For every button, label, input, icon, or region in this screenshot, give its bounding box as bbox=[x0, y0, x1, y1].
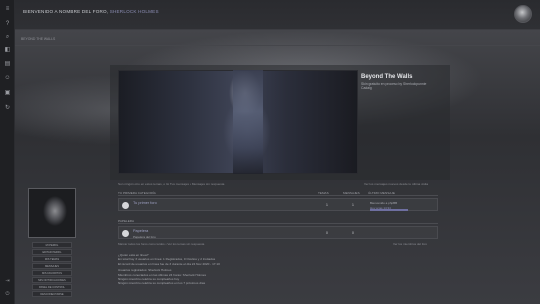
posts-header: Mensajes bbox=[343, 191, 360, 195]
profile-panel: Mi perfil Editar perfil Mis temas Mensaj… bbox=[28, 188, 76, 300]
lock-icon[interactable]: ▣ bbox=[4, 90, 11, 97]
forum-topics: 0 bbox=[326, 231, 328, 235]
members-link[interactable]: Ver los miembros del foro bbox=[393, 242, 427, 246]
forum-status-icon bbox=[122, 230, 129, 237]
divider bbox=[15, 45, 540, 46]
refresh-icon[interactable]: ↻ bbox=[4, 105, 11, 112]
forum-row[interactable]: Papelera Papelera del foro 0 0 bbox=[118, 226, 438, 239]
stats-line: El récord de usuarios en línea fue de 3 … bbox=[118, 261, 220, 266]
forum-status-icon bbox=[122, 202, 129, 209]
forum-name[interactable]: Papelera bbox=[133, 229, 148, 233]
sidebar: ≡ ? ⌕ ◧ ▤ ☺ ▣ ↻ ⇥ ⏻ bbox=[0, 0, 15, 304]
category-header[interactable]: Tu primera categoría bbox=[118, 191, 156, 195]
question-icon[interactable]: ? bbox=[4, 21, 11, 28]
last-post-bar bbox=[370, 209, 408, 211]
topics-header: Temas bbox=[318, 191, 329, 195]
header-figure bbox=[233, 70, 263, 174]
forum-posts: 0 bbox=[352, 231, 354, 235]
info-links[interactable]: Son ningún otro en estos temas, o Gi Tus… bbox=[118, 182, 224, 186]
profile-link-1[interactable]: Editar perfil bbox=[32, 249, 72, 255]
last-post-title[interactable]: Bienvenido a phpBB bbox=[370, 201, 397, 205]
profile-link-6[interactable]: Panel de control bbox=[32, 284, 72, 290]
profile-link-5[interactable]: Mis notificaciones bbox=[32, 277, 72, 283]
mark-read-link[interactable]: Marcar todos los foros como leídos • Ver… bbox=[118, 242, 204, 246]
profile-link-0[interactable]: Mi perfil bbox=[32, 242, 72, 248]
welcome-user-link[interactable]: Sherlock Holmes bbox=[110, 9, 159, 14]
section-name[interactable]: Papelera bbox=[118, 219, 134, 223]
forum-row[interactable]: Tu primer foro 1 1 Bienvenido a phpBB Ho… bbox=[118, 198, 438, 211]
bookmark-icon[interactable]: ◧ bbox=[4, 47, 11, 54]
profile-link-4[interactable]: Mis favoritos bbox=[32, 270, 72, 276]
welcome-text: Bienvenido a nombre del foro, Sherlock H… bbox=[23, 9, 159, 14]
power-icon[interactable]: ⏻ bbox=[4, 291, 11, 298]
list-icon[interactable]: ▤ bbox=[4, 61, 11, 68]
menu-icon[interactable]: ≡ bbox=[4, 6, 11, 13]
profile-link-2[interactable]: Mis temas bbox=[32, 256, 72, 262]
forum-name[interactable]: Tu primer foro bbox=[133, 201, 157, 205]
avatar[interactable] bbox=[514, 5, 532, 23]
search-icon[interactable]: ⌕ bbox=[4, 34, 11, 41]
stats-line: Ningún miembro celebra su cumpleaños en … bbox=[118, 281, 206, 286]
forum-topics: 1 bbox=[326, 203, 328, 207]
top-bar: Bienvenido a nombre del foro, Sherlock H… bbox=[15, 0, 540, 30]
profile-photo bbox=[28, 188, 76, 238]
profile-link-7[interactable]: Desconectarse bbox=[32, 291, 72, 297]
profile-link-3[interactable]: Mensajes bbox=[32, 263, 72, 269]
forum-title: Beyond The Walls bbox=[361, 74, 413, 80]
section-header: Papelera bbox=[118, 218, 438, 224]
last-post-header: Último mensaje bbox=[368, 191, 395, 195]
table-header: Tu primera categoría Temas Mensajes Últi… bbox=[118, 190, 438, 196]
welcome-prefix: Bienvenido a nombre del foro, bbox=[23, 9, 109, 14]
forum-posts: 1 bbox=[352, 203, 354, 207]
users-icon[interactable]: ☺ bbox=[4, 75, 11, 82]
forum-desc: Papelera del foro bbox=[133, 234, 156, 239]
login-icon[interactable]: ⇥ bbox=[4, 278, 11, 285]
breadcrumb[interactable]: Beyond The Walls bbox=[21, 37, 55, 41]
new-posts-link[interactable]: Ver los mensajes nuevos desde tu última … bbox=[364, 182, 428, 186]
forum-subtitle: Skin gratuito en proceso by Sherlockpunn… bbox=[361, 82, 427, 91]
who-is-online: ¿Quién está en línea? En total hay 3 usu… bbox=[118, 253, 318, 286]
